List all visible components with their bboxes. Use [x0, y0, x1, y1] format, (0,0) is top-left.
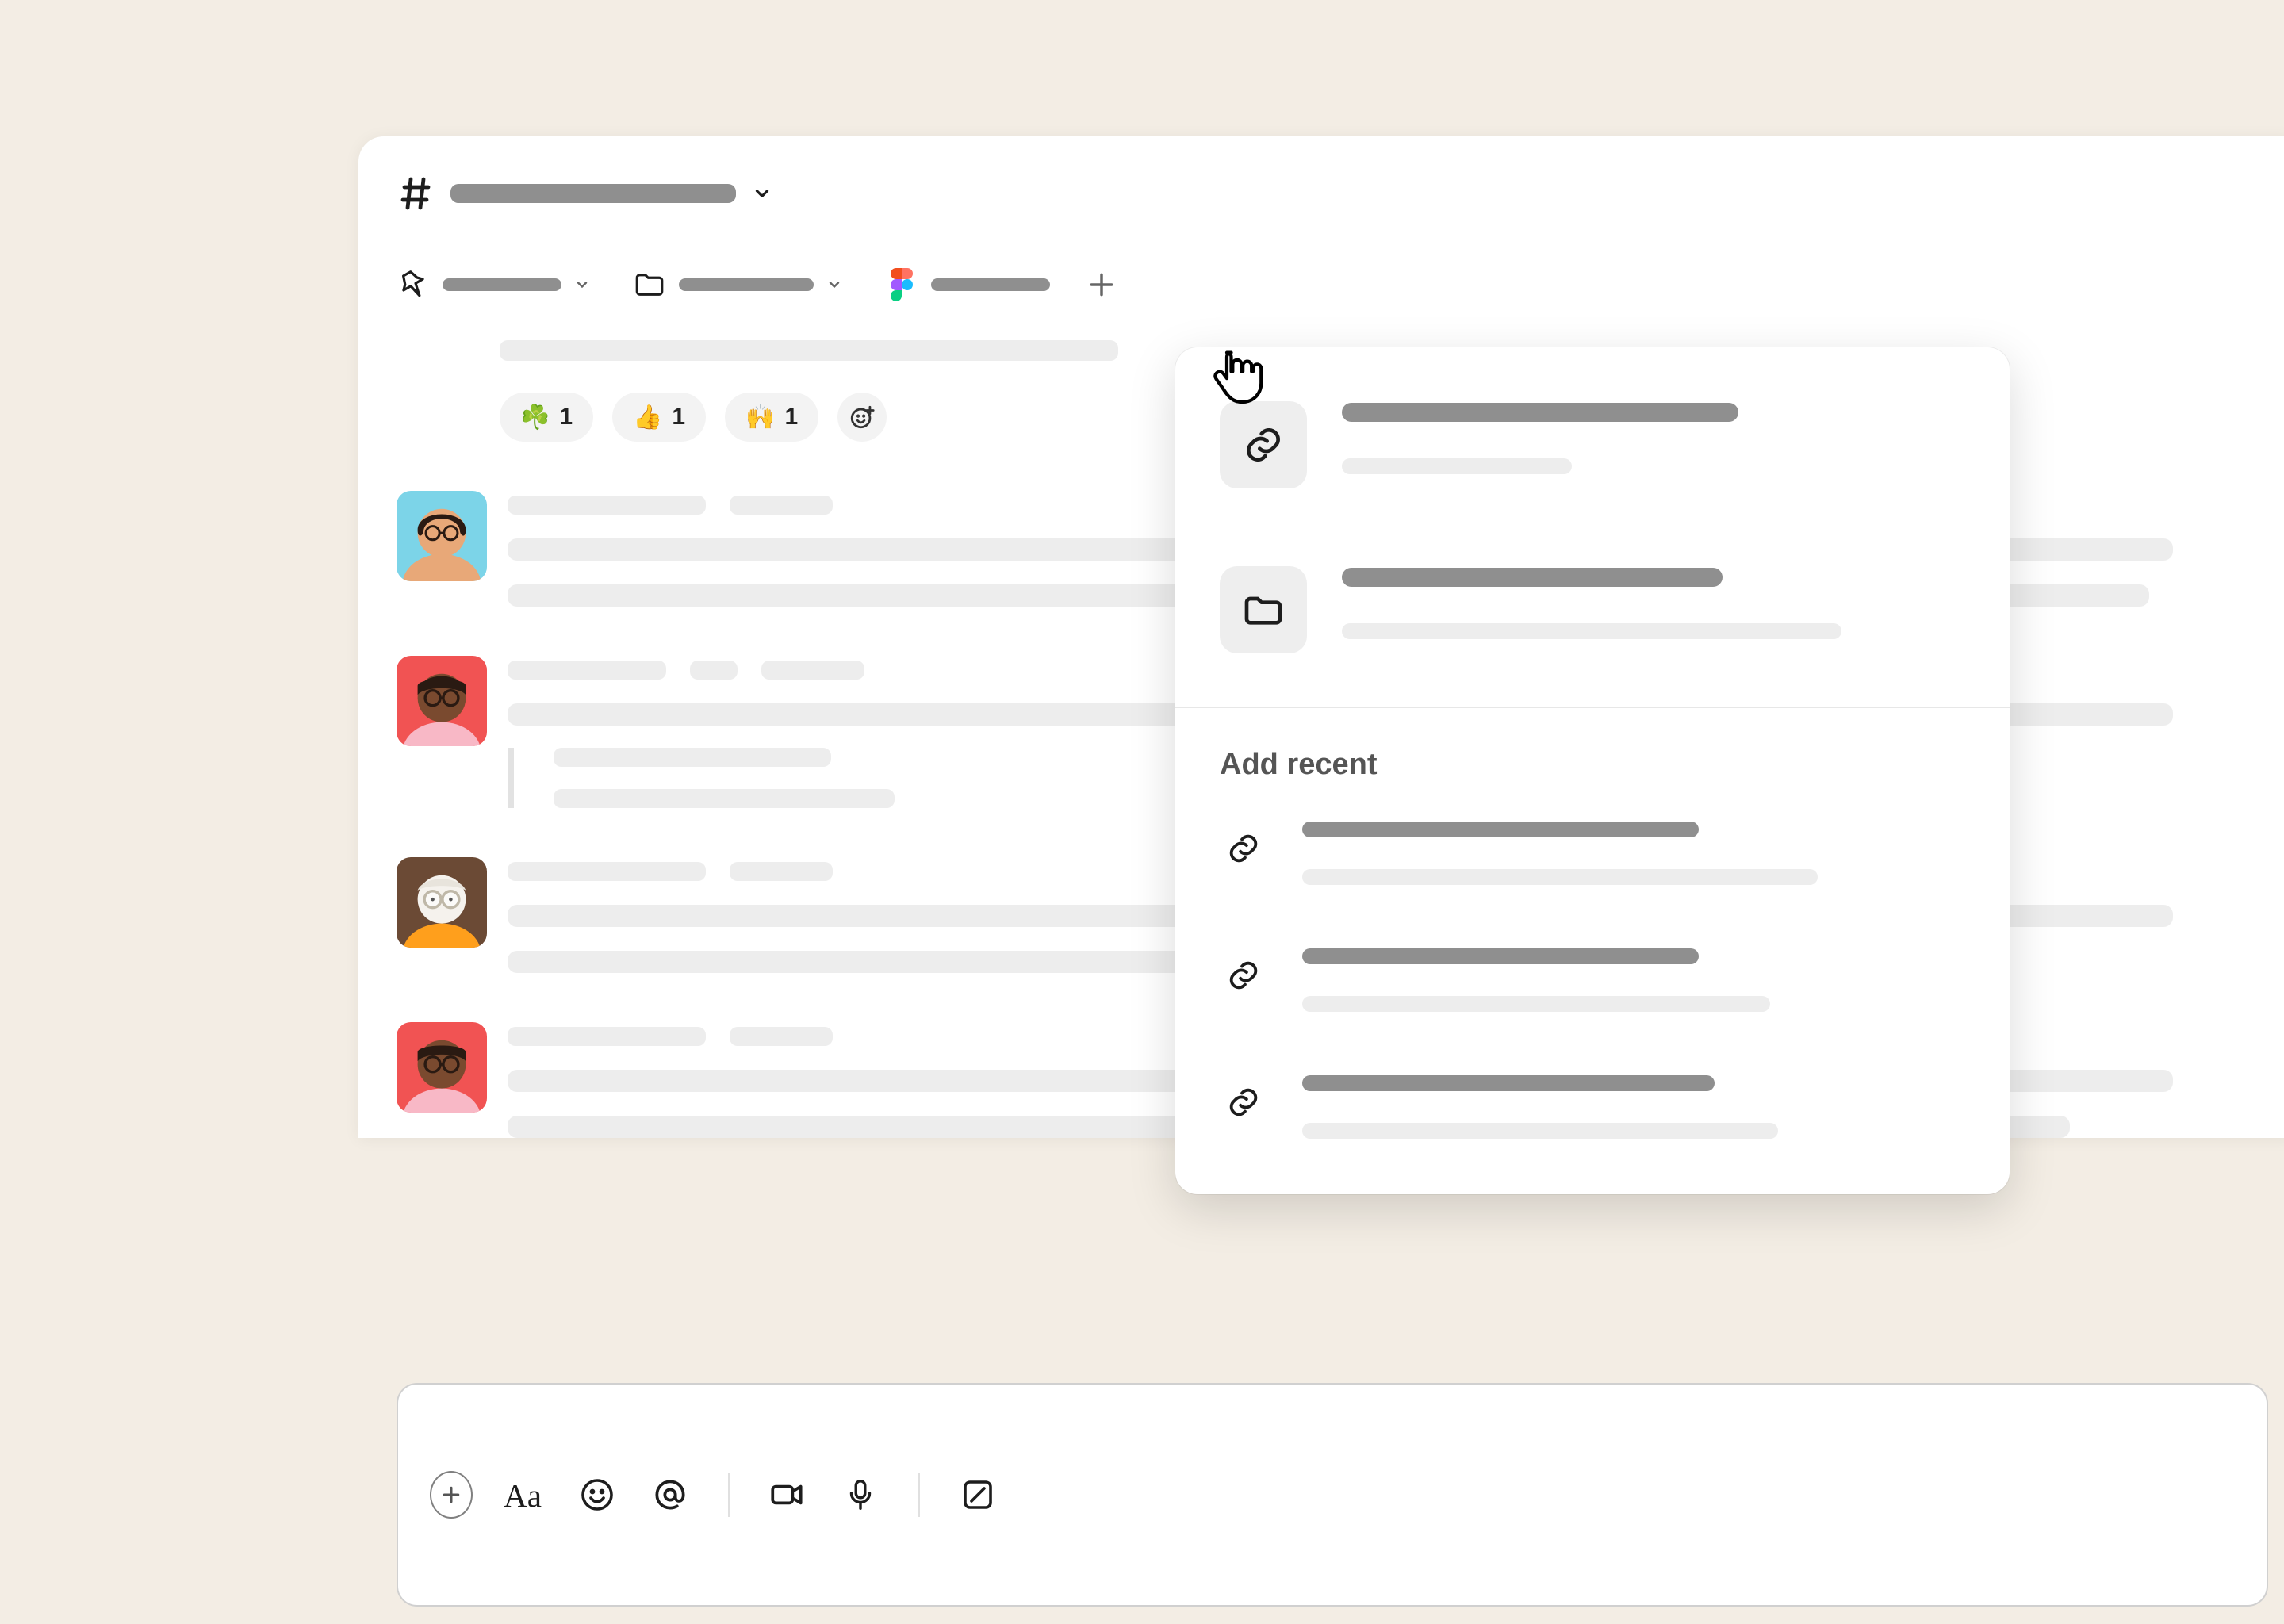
avatar[interactable] [397, 857, 487, 948]
chevron-down-icon [574, 277, 590, 293]
popover-item-subtitle [1342, 458, 1572, 474]
reaction-count: 1 [672, 404, 685, 431]
reply-preview[interactable] [508, 748, 904, 808]
emoji-button[interactable] [576, 1473, 619, 1516]
bookmark-add[interactable] [1085, 268, 1118, 301]
channel-name [450, 184, 736, 203]
canvas-button[interactable] [956, 1473, 999, 1516]
bookmark-label [443, 278, 561, 291]
recent-item-title [1302, 822, 1699, 837]
recent-item-subtitle [1302, 1123, 1778, 1139]
format-button[interactable]: Aa [503, 1473, 546, 1516]
reaction-count: 1 [784, 404, 798, 431]
reply-line [554, 748, 831, 767]
emoji-clover-icon: ☘️ [520, 404, 550, 431]
chevron-down-icon [826, 277, 842, 293]
author-name [508, 1027, 706, 1046]
link-icon [1220, 952, 1267, 999]
badge [690, 661, 738, 680]
reaction-thumbsup[interactable]: 👍 1 [612, 393, 706, 442]
message-time [730, 1027, 833, 1046]
link-icon [1220, 1078, 1267, 1126]
avatar[interactable] [397, 656, 487, 746]
popover-item-title [1342, 568, 1723, 587]
add-bookmark-popover: Add recent [1175, 347, 2010, 1194]
emoji-raisedhands-icon: 🙌 [745, 404, 775, 431]
reaction-clover[interactable]: ☘️ 1 [500, 393, 593, 442]
recent-item-title [1302, 1075, 1715, 1091]
message-time [730, 496, 833, 515]
channel-header[interactable] [358, 136, 2284, 213]
popover-add-folder[interactable] [1220, 565, 1953, 655]
link-icon [1220, 401, 1307, 488]
popover-recent-item[interactable] [1175, 790, 2010, 917]
chevron-down-icon[interactable] [752, 183, 772, 204]
separator [728, 1473, 730, 1517]
bookmark-label [931, 278, 1050, 291]
video-button[interactable] [766, 1473, 809, 1516]
reaction-raisedhands[interactable]: 🙌 1 [725, 393, 818, 442]
bookmarks-bar [358, 268, 2284, 327]
popover-item-subtitle [1342, 623, 1841, 639]
avatar[interactable] [397, 1022, 487, 1113]
mention-button[interactable] [649, 1473, 692, 1516]
popover-recent-item[interactable] [1175, 1044, 2010, 1194]
recent-item-title [1302, 948, 1699, 964]
hash-icon [397, 174, 435, 213]
popover-item-title [1342, 403, 1738, 422]
author-name [508, 661, 666, 680]
link-icon [1220, 825, 1267, 872]
message-time [730, 862, 833, 881]
separator [918, 1473, 920, 1517]
folder-icon [1220, 566, 1307, 653]
author-name [508, 862, 706, 881]
popover-add-link[interactable] [1220, 400, 1953, 490]
message-composer[interactable]: Aa [397, 1383, 2268, 1607]
avatar[interactable] [397, 491, 487, 581]
popover-recent-heading: Add recent [1175, 708, 2010, 790]
pin-icon [397, 268, 430, 301]
attach-button[interactable] [430, 1473, 473, 1516]
emoji-thumbsup-icon: 👍 [633, 404, 662, 431]
plus-icon [1085, 268, 1118, 301]
add-reaction-button[interactable] [837, 393, 887, 442]
reaction-count: 1 [559, 404, 573, 431]
figma-icon [885, 268, 918, 301]
bookmark-label [679, 278, 814, 291]
bookmark-folder[interactable] [633, 268, 842, 301]
bookmark-pinned[interactable] [397, 268, 590, 301]
audio-button[interactable] [839, 1473, 882, 1516]
message-line [500, 340, 1118, 361]
folder-icon [633, 268, 666, 301]
popover-recent-item[interactable] [1175, 917, 2010, 1044]
svg-text:Aa: Aa [504, 1477, 542, 1514]
recent-item-subtitle [1302, 996, 1770, 1012]
bookmark-figma[interactable] [885, 268, 1050, 301]
reply-line [554, 789, 895, 808]
recent-item-subtitle [1302, 869, 1818, 885]
author-name [508, 496, 706, 515]
message-time [761, 661, 864, 680]
